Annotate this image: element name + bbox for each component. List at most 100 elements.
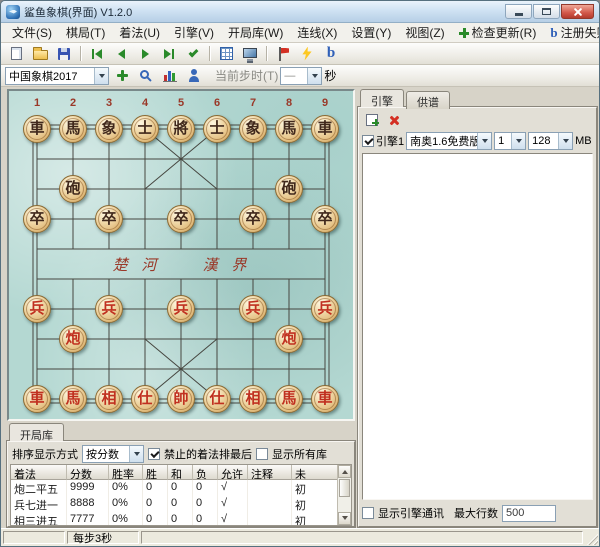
chess-piece-卒[interactable]: 卒 [311,205,339,233]
chess-piece-卒[interactable]: 卒 [167,205,195,233]
menu-item-register-failed[interactable]: b 注册失败(Q) [543,22,600,43]
resize-grip[interactable] [585,532,598,545]
chess-board[interactable]: 楚 河 漢 界 123456789 車馬象士將士象馬車砲砲卒卒卒卒卒兵兵兵兵兵炮… [9,91,353,419]
column-header[interactable]: 未 [292,465,337,480]
chess-piece-卒[interactable]: 卒 [239,205,267,233]
engine1-checkbox[interactable] [362,135,374,147]
engine-go-button[interactable] [296,44,318,63]
chess-piece-炮[interactable]: 炮 [275,325,303,353]
menu-item[interactable]: 设置(Y) [344,22,398,43]
threads-select[interactable]: 1 [494,132,526,150]
chess-piece-馬[interactable]: 馬 [275,385,303,413]
chess-piece-兵[interactable]: 兵 [239,295,267,323]
table-row[interactable]: 炮二平五99990%000√初 [11,480,337,496]
menu-item[interactable]: 视图(Z) [398,22,451,43]
chess-piece-馬[interactable]: 馬 [59,385,87,413]
tab-book-feed[interactable]: 供谱 [406,91,450,109]
chess-piece-帥[interactable]: 帥 [167,385,195,413]
chess-piece-卒[interactable]: 卒 [95,205,123,233]
chess-piece-車[interactable]: 車 [23,115,51,143]
column-header[interactable]: 和 [168,465,193,480]
chess-piece-仕[interactable]: 仕 [131,385,159,413]
dropdown-button[interactable] [94,68,108,84]
chess-piece-兵[interactable]: 兵 [167,295,195,323]
chess-piece-相[interactable]: 相 [95,385,123,413]
scroll-down-button[interactable] [338,512,351,525]
show-engine-comm-checkbox[interactable] [362,507,374,519]
close-button[interactable] [561,4,594,19]
engine-output-list[interactable] [362,153,593,500]
prev-move-button[interactable] [110,44,132,63]
column-header[interactable]: 负 [193,465,218,480]
column-header[interactable]: 注释 [248,465,292,480]
menu-item[interactable]: 着法(U) [112,22,167,43]
table-row[interactable]: 兵七进一88880%000√初 [11,496,337,512]
dropdown-button[interactable] [129,446,143,462]
table-row[interactable]: 相三进五77770%000√初 [11,512,337,526]
computer-play-button[interactable] [239,44,261,63]
menu-item[interactable]: 引擎(V) [167,22,221,43]
tab-opening-book[interactable]: 开局库 [9,423,64,441]
menu-item[interactable]: 棋局(T) [59,22,112,43]
chess-piece-砲[interactable]: 砲 [59,175,87,203]
chess-piece-兵[interactable]: 兵 [23,295,51,323]
save-button[interactable] [53,44,75,63]
max-lines-input[interactable] [502,505,556,522]
next-move-button[interactable] [134,44,156,63]
column-header[interactable]: 胜 [143,465,168,480]
column-header[interactable]: 着法 [11,465,67,480]
dropdown-button[interactable] [558,133,572,149]
maximize-button[interactable] [533,4,560,19]
chess-piece-象[interactable]: 象 [95,115,123,143]
column-header[interactable]: 允许 [218,465,248,480]
open-button[interactable] [29,44,51,63]
search-button[interactable] [135,66,157,85]
chess-piece-兵[interactable]: 兵 [95,295,123,323]
scrollbar-thumb[interactable] [339,479,350,497]
players-button[interactable] [183,66,205,85]
stats-button[interactable] [159,66,181,85]
chess-piece-炮[interactable]: 炮 [59,325,87,353]
engine-select[interactable]: 南奥1.6免费版 [406,132,492,150]
chess-piece-士[interactable]: 士 [131,115,159,143]
chess-piece-車[interactable]: 車 [311,115,339,143]
dropdown-button[interactable] [307,68,321,84]
board-view-button[interactable] [215,44,237,63]
menu-item[interactable]: 开局库(W) [221,22,290,43]
column-header[interactable]: 分数 [67,465,109,480]
hash-select[interactable]: 128 [528,132,573,150]
chess-piece-馬[interactable]: 馬 [59,115,87,143]
chess-piece-象[interactable]: 象 [239,115,267,143]
chess-piece-士[interactable]: 士 [203,115,231,143]
dropdown-button[interactable] [477,133,491,149]
chess-piece-車[interactable]: 車 [23,385,51,413]
chess-piece-車[interactable]: 車 [311,385,339,413]
first-move-button[interactable] [86,44,108,63]
chess-piece-砲[interactable]: 砲 [275,175,303,203]
new-game-button[interactable] [5,44,27,63]
add-engine-button[interactable] [362,111,382,129]
menu-item-check-update[interactable]: 检查更新(R) [452,22,544,43]
column-header[interactable]: 胜率 [109,465,143,480]
menu-item[interactable]: 连线(X) [290,22,344,43]
show-all-books-checkbox[interactable] [256,448,268,460]
menu-item[interactable]: 文件(S) [5,22,59,43]
flag-button[interactable] [272,44,294,63]
last-move-button[interactable] [158,44,180,63]
chess-piece-卒[interactable]: 卒 [23,205,51,233]
chess-piece-兵[interactable]: 兵 [311,295,339,323]
chess-piece-馬[interactable]: 馬 [275,115,303,143]
scroll-up-button[interactable] [338,465,351,478]
minimize-button[interactable] [505,4,532,19]
table-scrollbar[interactable] [337,465,351,525]
chess-piece-仕[interactable]: 仕 [203,385,231,413]
remove-engine-button[interactable] [384,111,404,129]
add-book-button[interactable] [111,66,133,85]
dropdown-button[interactable] [511,133,525,149]
sort-select[interactable]: 按分数 [82,445,144,463]
step-time-select[interactable]: — [280,67,322,85]
opening-book-select[interactable]: 中国象棋2017 [5,67,109,85]
auto-play-button[interactable] [182,44,204,63]
chess-piece-將[interactable]: 將 [167,115,195,143]
b-tool-button[interactable]: b [320,44,342,63]
